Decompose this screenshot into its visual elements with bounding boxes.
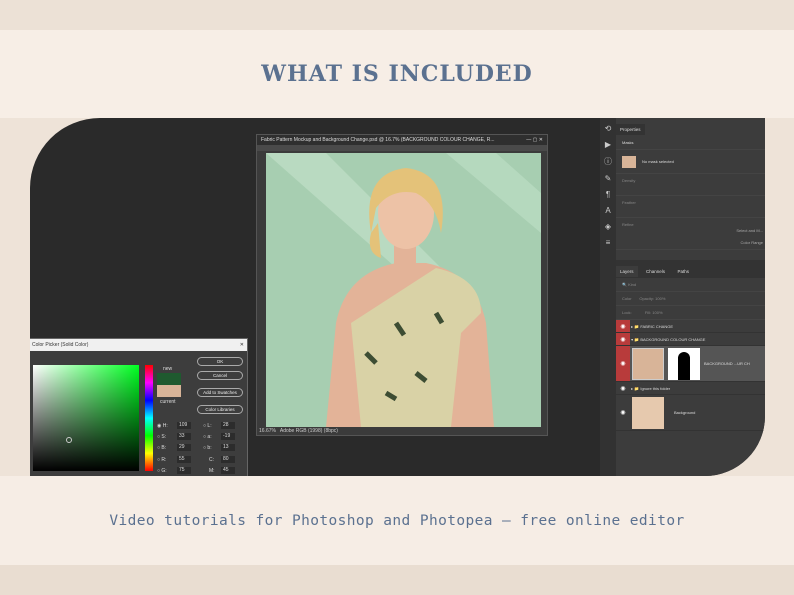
- color-field[interactable]: [33, 365, 139, 471]
- eye-icon[interactable]: ◉: [616, 320, 630, 332]
- layer-fill[interactable]: ◉ BACKGROUND ...UR CH: [616, 346, 765, 382]
- layer-background[interactable]: ◉ Background: [616, 395, 765, 431]
- b-field[interactable]: 29: [177, 444, 191, 451]
- select-and-mask-button[interactable]: Select and M...: [736, 228, 763, 233]
- layers-icon[interactable]: ◈: [605, 222, 611, 231]
- layer-fabric-change[interactable]: ◉ ▸ 📁 FABRIC CHANGE: [616, 320, 765, 333]
- current-color-swatch[interactable]: [157, 385, 181, 397]
- page-title: WHAT IS INCLUDED: [261, 61, 533, 87]
- background-thumbnail: [632, 396, 664, 429]
- fill-field[interactable]: 100%: [652, 310, 662, 315]
- adjust-icon[interactable]: ≡: [606, 238, 611, 247]
- hue-slider[interactable]: [145, 365, 153, 471]
- document-window: Fabric Pattern Mockup and Background Cha…: [256, 134, 548, 436]
- zoom-level: 16.67% Adobe RGB (1998) (8bpc): [259, 428, 338, 434]
- dialog-title: Color Picker (Solid Color): [32, 342, 89, 348]
- layer-ignore-folder[interactable]: ◉ ▸ 📁 Ignore this folder: [616, 382, 765, 395]
- mask-thumbnail: [622, 155, 636, 168]
- l-field[interactable]: 28: [221, 422, 235, 429]
- eye-icon[interactable]: ◉: [616, 395, 630, 430]
- ok-button[interactable]: OK: [197, 357, 243, 366]
- right-panels: Properties Masks No mask selected Densit…: [616, 118, 765, 476]
- layer-filter[interactable]: 🔍 Kind: [616, 278, 765, 292]
- color-picker-dialog: Color Picker (Solid Color) ✕ new current …: [30, 338, 248, 476]
- tab-channels[interactable]: Channels: [641, 266, 669, 277]
- a-field[interactable]: -19: [221, 433, 235, 440]
- layer-background-colour-change[interactable]: ◉ ▾ 📁 BACKGROUND COLOUR CHANGE: [616, 333, 765, 346]
- feather-slider[interactable]: Feather: [616, 196, 765, 218]
- bottom-band: [0, 565, 794, 595]
- fill-thumbnail: [632, 347, 664, 380]
- eye-icon[interactable]: ◉: [616, 382, 630, 394]
- color-libraries-button[interactable]: Color Libraries: [197, 405, 243, 414]
- opacity-field[interactable]: 100%: [655, 296, 665, 301]
- info-icon[interactable]: ⓘ: [604, 156, 612, 167]
- canvas-image: [266, 153, 541, 427]
- s-field[interactable]: 33: [177, 433, 191, 440]
- m-field[interactable]: 45: [221, 467, 235, 474]
- history-icon[interactable]: ⟲: [605, 124, 612, 133]
- top-band: [0, 0, 794, 30]
- refine-label: Refine: [622, 222, 634, 227]
- panel-toolstrip: ⟲ ▶ ⓘ ✎ ¶ A ◈ ≡: [600, 118, 616, 476]
- caption-band: Video tutorials for Photoshop and Photop…: [0, 476, 794, 565]
- eye-icon[interactable]: ◉: [616, 346, 630, 381]
- model-photo: [266, 153, 541, 427]
- tab-layers[interactable]: Layers: [616, 266, 638, 277]
- play-icon[interactable]: ▶: [605, 140, 611, 149]
- cancel-button[interactable]: Cancel: [197, 371, 243, 380]
- window-controls[interactable]: — ▢ ✕: [526, 137, 543, 143]
- eye-icon[interactable]: ◉: [616, 333, 630, 345]
- h-field[interactable]: 109: [177, 422, 191, 429]
- blend-mode[interactable]: Color: [622, 296, 632, 301]
- document-title: Fabric Pattern Mockup and Background Cha…: [261, 137, 495, 143]
- tab-properties[interactable]: Properties: [616, 124, 645, 135]
- close-icon[interactable]: ✕: [240, 342, 244, 348]
- paragraph-icon[interactable]: ¶: [606, 190, 610, 199]
- tab-paths[interactable]: Paths: [673, 266, 693, 277]
- r-field[interactable]: 55: [177, 456, 191, 463]
- lab-b-field[interactable]: 13: [221, 444, 235, 451]
- photoshop-screenshot: Fabric Pattern Mockup and Background Cha…: [30, 118, 765, 476]
- ruler: [257, 145, 547, 151]
- mask-thumbnail: [668, 347, 700, 380]
- add-to-swatches-button[interactable]: Add to Swatches: [197, 388, 243, 397]
- density-slider[interactable]: Density: [616, 174, 765, 196]
- new-color-swatch: [157, 373, 181, 385]
- brush-icon[interactable]: ✎: [605, 174, 612, 183]
- glyph-icon[interactable]: A: [605, 206, 610, 215]
- caption-text: Video tutorials for Photoshop and Photop…: [109, 512, 685, 529]
- title-band: WHAT IS INCLUDED: [0, 30, 794, 118]
- color-range-button[interactable]: Color Range: [741, 240, 763, 245]
- document-titlebar: Fabric Pattern Mockup and Background Cha…: [257, 135, 547, 145]
- masks-label: Masks: [616, 136, 765, 150]
- no-mask-text: No mask selected: [642, 159, 674, 164]
- g-field[interactable]: 75: [177, 467, 191, 474]
- c-field[interactable]: 80: [221, 456, 235, 463]
